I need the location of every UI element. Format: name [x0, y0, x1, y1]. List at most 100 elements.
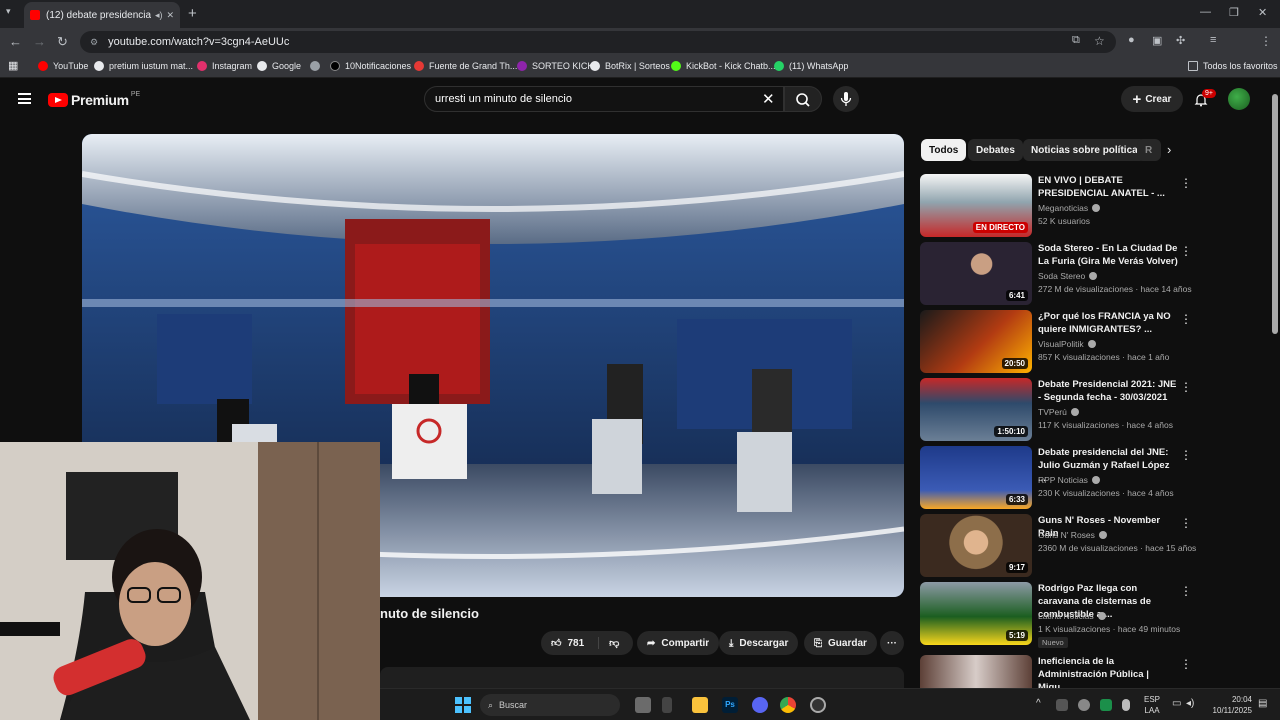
video-thumbnail[interactable]: 1:50:10 — [920, 378, 1032, 441]
more-options-icon[interactable]: ⋮ — [1180, 176, 1192, 190]
chrome-icon[interactable] — [780, 697, 796, 713]
recommendation-item[interactable]: 6:33 Debate presidencial del JNE: Julio … — [920, 446, 1272, 510]
search-button[interactable] — [784, 86, 822, 112]
like-count[interactable]: 781 — [567, 638, 584, 649]
recommendation-item[interactable]: 20:50 ¿Por qué los FRANCIA ya NO quiere … — [920, 310, 1272, 374]
channel-name[interactable]: TVPerú — [1038, 407, 1079, 417]
channel-name[interactable]: Soda Stereo — [1038, 271, 1098, 281]
search-input[interactable]: urresti un minuto de silencio — [424, 86, 784, 112]
install-icon[interactable]: ⧉ — [1072, 34, 1080, 47]
chip-debates[interactable]: Debates — [968, 139, 1023, 161]
chrome-menu-icon[interactable]: ⋮ — [1260, 34, 1272, 48]
video-thumbnail[interactable]: EN DIRECTO — [920, 174, 1032, 237]
network-icon[interactable]: ▭ — [1172, 698, 1181, 709]
site-info-icon[interactable]: ⚙ — [90, 37, 98, 48]
cloud-icon[interactable] — [1078, 699, 1090, 711]
video-thumbnail[interactable]: 6:41 — [920, 242, 1032, 305]
channel-name[interactable]: Latina Noticias — [1038, 611, 1106, 621]
page-scrollbar[interactable] — [1270, 80, 1280, 688]
photoshop-icon[interactable]: Ps — [722, 697, 738, 713]
close-window-icon[interactable]: ✕ — [1258, 6, 1267, 19]
scrollbar-thumb[interactable] — [1272, 94, 1278, 334]
new-tab-button[interactable]: + — [188, 5, 197, 22]
recommendation-item[interactable]: Ineficiencia de la Administración Públic… — [920, 655, 1272, 688]
recommendation-item[interactable]: 9:17 Guns N' Roses - November Rain Guns … — [920, 514, 1272, 578]
chips-next-chevron-icon[interactable]: › — [1167, 142, 1171, 157]
back-icon[interactable]: ← — [9, 34, 22, 49]
recommendation-title[interactable]: EN VIVO | DEBATE PRESIDENCIAL ANATEL - .… — [1038, 174, 1178, 200]
recommendation-title[interactable]: Ineficiencia de la Administración Públic… — [1038, 655, 1178, 688]
chip-partial[interactable]: R — [1137, 139, 1161, 161]
bookmark-botrix[interactable]: BotRix | Sorteos — [590, 61, 670, 71]
channel-name[interactable]: VisualPolitik — [1038, 339, 1096, 349]
more-actions-button[interactable]: ··· — [880, 631, 904, 655]
extension-icon[interactable]: ● — [1128, 34, 1135, 46]
clock[interactable]: 20:04 10/11/2025 — [1213, 694, 1252, 716]
maximize-icon[interactable]: ❐ — [1229, 6, 1239, 19]
recommendation-item[interactable]: EN DIRECTO EN VIVO | DEBATE PRESIDENCIAL… — [920, 174, 1272, 238]
user-avatar[interactable] — [1228, 88, 1250, 110]
more-options-icon[interactable]: ⋮ — [1180, 312, 1192, 326]
description-box[interactable] — [380, 667, 904, 689]
browser-tab[interactable]: (12) debate presidencial 20... ◂) ✕ — [24, 2, 180, 28]
bookmark-pretium[interactable]: pretium iustum mat... — [94, 61, 193, 71]
extensions-puzzle-icon[interactable]: ✣ — [1176, 34, 1185, 47]
bookmark-kickbot[interactable]: KickBot - Kick Chatb... — [671, 61, 776, 71]
chip-noticias-politica[interactable]: Noticias sobre política — [1023, 139, 1146, 161]
chip-todos[interactable]: Todos — [921, 139, 967, 161]
more-options-icon[interactable]: ⋮ — [1180, 516, 1192, 530]
channel-name[interactable]: RPP Noticias — [1038, 475, 1100, 485]
bookmark-whatsapp[interactable]: (11) WhatsApp — [774, 61, 848, 71]
minimize-icon[interactable]: — — [1200, 6, 1211, 18]
bookmark-sorteo-kick[interactable]: SORTEO KICK — [517, 61, 593, 71]
bookmark-10notificaciones[interactable]: 10Notificaciones — [330, 61, 411, 71]
recommendation-item[interactable]: 1:50:10 Debate Presidencial 2021: JNE - … — [920, 378, 1272, 442]
save-button[interactable]: ⎘ Guardar — [804, 631, 877, 655]
windows-start-icon[interactable] — [455, 697, 471, 713]
notification-center-icon[interactable]: ▤ — [1258, 698, 1267, 709]
reading-list-icon[interactable]: ≡ — [1210, 34, 1216, 46]
mic-tray-icon[interactable] — [1122, 699, 1130, 711]
all-favorites-folder[interactable]: Todos los favoritos — [1188, 61, 1278, 71]
like-icon[interactable]: 👍︎ — [551, 637, 561, 649]
address-bar[interactable]: ⚙ youtube.com/watch?v=3cgn4-AeUUc — [80, 31, 1116, 53]
video-thumbnail[interactable]: 6:33 — [920, 446, 1032, 509]
extension-icon-2[interactable]: ▣ — [1152, 34, 1162, 47]
more-options-icon[interactable]: ⋮ — [1180, 244, 1192, 258]
bookmark-youtube[interactable]: YouTube — [38, 61, 88, 71]
language-indicator[interactable]: ESP LAA — [1144, 694, 1160, 716]
voice-search-button[interactable] — [833, 86, 859, 112]
taskbar-search[interactable]: ⌕ Buscar — [480, 694, 620, 716]
apps-grid-icon[interactable]: ▦ — [8, 59, 18, 72]
bookmark-instagram[interactable]: Instagram — [197, 61, 252, 71]
task-view-icon[interactable] — [635, 697, 651, 713]
menu-hamburger-icon[interactable] — [18, 93, 31, 104]
more-options-icon[interactable]: ⋮ — [1180, 380, 1192, 394]
recommendation-title[interactable]: ¿Por qué los FRANCIA ya NO quiere INMIGR… — [1038, 310, 1178, 336]
video-thumbnail[interactable]: 20:50 — [920, 310, 1032, 373]
file-explorer-icon[interactable] — [692, 697, 708, 713]
app-icon-2[interactable] — [810, 697, 826, 713]
bookmark-globe[interactable] — [310, 61, 325, 71]
dislike-icon[interactable]: 👎︎ — [598, 637, 619, 649]
tray-chevron-icon[interactable]: ^ — [1036, 698, 1041, 709]
video-thumbnail[interactable]: 9:17 — [920, 514, 1032, 577]
app-icon[interactable] — [662, 697, 672, 713]
recommendation-title[interactable]: Soda Stereo - En La Ciudad De La Furia (… — [1038, 242, 1178, 268]
tray-icon-2[interactable] — [1100, 699, 1112, 711]
more-options-icon[interactable]: ⋮ — [1180, 584, 1192, 598]
close-tab-icon[interactable]: ✕ — [166, 10, 174, 21]
forward-icon[interactable]: → — [33, 34, 46, 49]
more-options-icon[interactable]: ⋮ — [1180, 657, 1192, 671]
volume-icon[interactable]: ◂) — [1186, 698, 1194, 709]
bookmark-google[interactable]: Google — [257, 61, 301, 71]
tab-search-icon[interactable]: ▾ — [6, 6, 11, 17]
recommendation-item[interactable]: 6:41 Soda Stereo - En La Ciudad De La Fu… — [920, 242, 1272, 306]
reload-icon[interactable]: ↻ — [57, 34, 68, 50]
bookmark-grand-theft[interactable]: Fuente de Grand Th... — [414, 61, 517, 71]
recommendation-title[interactable]: Debate Presidencial 2021: JNE - Segunda … — [1038, 378, 1178, 404]
share-button[interactable]: ➦ Compartir — [637, 631, 720, 655]
bookmark-star-icon[interactable]: ☆ — [1094, 34, 1105, 48]
tray-icon[interactable] — [1056, 699, 1068, 711]
discord-icon[interactable] — [752, 697, 768, 713]
